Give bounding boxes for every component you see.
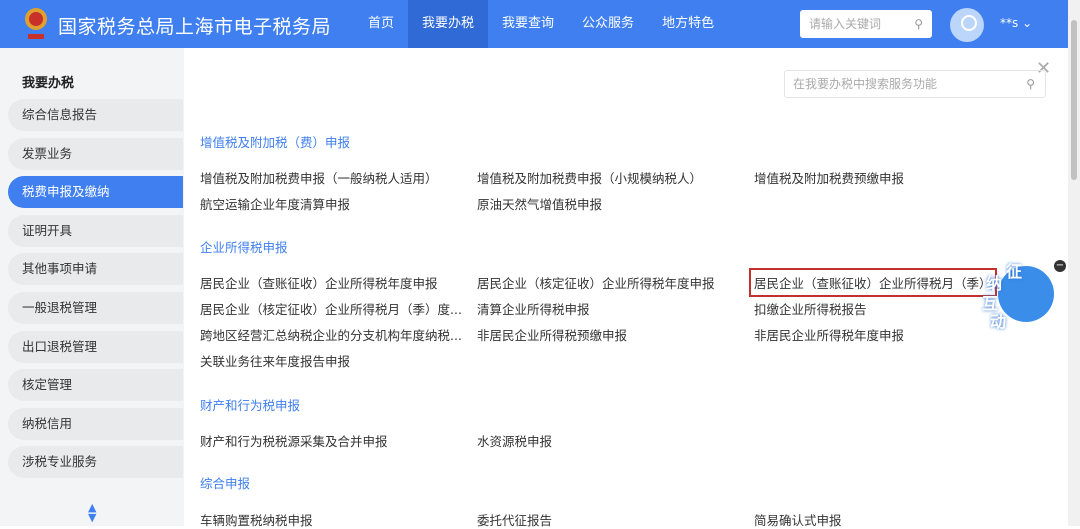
- service-link[interactable]: 水资源税申报: [477, 431, 552, 450]
- search-icon[interactable]: ⚲: [1026, 71, 1035, 97]
- service-link[interactable]: 非居民企业所得税年度申报: [754, 325, 904, 344]
- search-placeholder: 请输入关键词: [809, 17, 882, 31]
- service-search-input[interactable]: 在我要办税中搜索服务功能 ⚲: [784, 70, 1046, 98]
- sidebar-title: 我要办税: [22, 76, 75, 91]
- service-link[interactable]: 增值税及附加税费申报（小规模纳税人）: [477, 168, 702, 187]
- search-placeholder: 在我要办税中搜索服务功能: [793, 77, 938, 91]
- search-icon[interactable]: ⚲: [914, 10, 923, 38]
- sidebar-item[interactable]: 纳税信用: [8, 408, 183, 440]
- tax-emblem-logo: [25, 8, 47, 39]
- service-link[interactable]: 居民企业（核定征收）企业所得税月（季）度...: [200, 299, 462, 318]
- mascot-text: 动: [990, 312, 1007, 331]
- service-panel: ✕ 在我要办税中搜索服务功能 ⚲ 增值税及附加税（费）申报 增值税及附加税费申报（…: [184, 48, 1068, 529]
- sidebar-item[interactable]: 涉税专业服务: [8, 446, 183, 478]
- top-header: 国家税务总局上海市电子税务局 首页 我要办税 我要查询 公众服务 地方特色 请输…: [0, 0, 1068, 48]
- header-search-input[interactable]: 请输入关键词 ⚲: [800, 10, 932, 38]
- sidebar-item-active[interactable]: 税费申报及缴纳: [8, 176, 183, 208]
- nav-local-features[interactable]: 地方特色: [648, 0, 728, 48]
- section-title: 企业所得税申报: [200, 240, 288, 255]
- interaction-mascot-widget[interactable]: 征 纳 互 动: [978, 258, 1054, 331]
- sidebar-item[interactable]: 发票业务: [8, 138, 183, 170]
- page-scrollbar[interactable]: [1068, 0, 1080, 526]
- sidebar: 我要办税 综合信息报告 发票业务 税费申报及缴纳 证明开具 其他事项申请 一般退…: [0, 48, 184, 526]
- service-link[interactable]: 财产和行为税税源采集及合并申报: [200, 431, 388, 450]
- sidebar-item[interactable]: 核定管理: [8, 369, 183, 401]
- service-link[interactable]: 跨地区经营汇总纳税企业的分支机构年度纳税...: [200, 325, 462, 344]
- nav-handle-tax[interactable]: 我要办税: [408, 0, 489, 48]
- service-link[interactable]: 关联业务往来年度报告申报: [200, 351, 350, 370]
- service-link[interactable]: 居民企业（核定征收）企业所得税年度申报: [477, 273, 715, 292]
- service-link[interactable]: 增值税及附加税费申报（一般纳税人适用）: [200, 168, 438, 187]
- sidebar-scroll-arrows[interactable]: ▲ ▼: [88, 502, 96, 523]
- minimize-mascot-icon[interactable]: −: [1054, 260, 1066, 272]
- service-link[interactable]: 航空运输企业年度清算申报: [200, 194, 350, 213]
- user-avatar[interactable]: [950, 8, 984, 42]
- sidebar-item[interactable]: 其他事项申请: [8, 253, 183, 285]
- nav-home[interactable]: 首页: [354, 0, 408, 48]
- service-link[interactable]: 清算企业所得税申报: [477, 299, 590, 318]
- service-link-highlighted[interactable]: 居民企业（查账征收）企业所得税月（季）: [749, 268, 997, 297]
- sidebar-item[interactable]: 一般退税管理: [8, 292, 183, 324]
- sidebar-item[interactable]: 证明开具: [8, 215, 183, 247]
- service-link[interactable]: 委托代征报告: [477, 510, 552, 529]
- main-nav: 首页 我要办税 我要查询 公众服务 地方特色: [354, 0, 728, 48]
- user-name: **s: [1000, 16, 1019, 30]
- section-title: 财产和行为税申报: [200, 398, 301, 413]
- service-link[interactable]: 简易确认式申报: [754, 510, 842, 529]
- sidebar-item[interactable]: 综合信息报告: [8, 99, 183, 131]
- section-title: 增值税及附加税（费）申报: [200, 135, 351, 150]
- service-link[interactable]: 非居民企业所得税预缴申报: [477, 325, 627, 344]
- service-link[interactable]: 扣缴企业所得税报告: [754, 299, 867, 318]
- sidebar-item[interactable]: 出口退税管理: [8, 331, 183, 363]
- service-link[interactable]: 增值税及附加税费预缴申报: [754, 168, 904, 187]
- service-link[interactable]: 居民企业（查账征收）企业所得税年度申报: [200, 273, 438, 292]
- nav-public-service[interactable]: 公众服务: [568, 0, 648, 48]
- service-link[interactable]: 车辆购置税纳税申报: [200, 510, 313, 529]
- nav-query[interactable]: 我要查询: [488, 0, 568, 48]
- site-title: 国家税务总局上海市电子税务局: [58, 16, 332, 38]
- section-title: 综合申报: [200, 476, 251, 491]
- user-menu[interactable]: **s ⌄: [1000, 16, 1032, 30]
- chevron-down-icon: ⌄: [1022, 16, 1033, 30]
- scrollbar-thumb[interactable]: [1071, 20, 1077, 180]
- service-link[interactable]: 原油天然气增值税申报: [477, 194, 602, 213]
- mascot-text: 征: [1006, 262, 1023, 281]
